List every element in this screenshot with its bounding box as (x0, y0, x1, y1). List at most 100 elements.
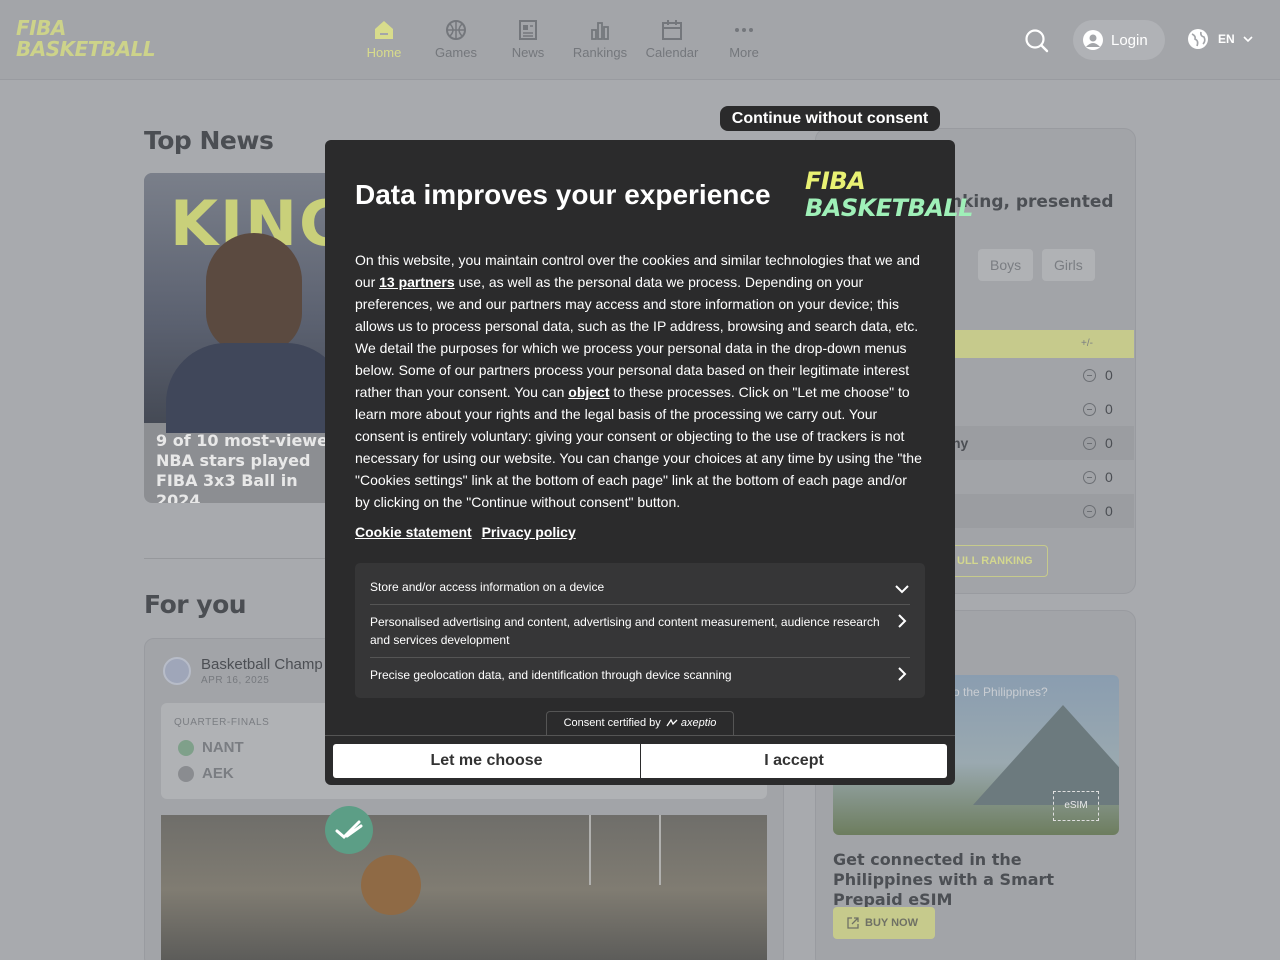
purpose-divider (370, 657, 910, 658)
bar-chart-icon (564, 18, 636, 42)
consent-title: Data improves your experience (355, 179, 771, 210)
top-news-title: Top News (144, 126, 274, 155)
chevron-right-icon (898, 614, 907, 628)
nav-calendar-label: Calendar (645, 45, 699, 60)
purpose-divider (370, 604, 910, 605)
news-caption: 9 of 10 most-viewed NBA stars played FIB… (156, 431, 340, 503)
ranking-row[interactable]: ny 0 (940, 426, 1134, 460)
consent-fiba-logo: FIBA BASKETBALL (805, 168, 973, 222)
cookie-statement-link[interactable]: Cookie statement (355, 524, 472, 540)
home-icon (348, 18, 420, 42)
ranking-title: nking, presented (950, 192, 1114, 212)
consent-text-3: to these processes. Click on "Let me cho… (355, 384, 922, 510)
nav-more-label: More (729, 45, 759, 60)
ranking-change: 0 (1105, 469, 1113, 485)
nav-rankings[interactable]: Rankings (564, 18, 636, 60)
modal-footer-divider (325, 735, 955, 736)
ad-title: Get connected in the Philippines with a … (833, 850, 1055, 909)
ranking-filter-boys[interactable]: Boys (978, 249, 1034, 281)
purposes-list: Store and/or access information on a dev… (355, 563, 925, 698)
partners-link[interactable]: 13 partners (379, 274, 454, 290)
continue-without-consent-button[interactable]: Continue without consent (720, 106, 940, 131)
for-you-title: For you (144, 590, 247, 619)
accept-button[interactable]: I accept (641, 744, 947, 778)
buy-now-button[interactable]: BUY NOW (833, 907, 935, 939)
ranking-change: 0 (1105, 503, 1113, 519)
verified-badge-icon (325, 806, 373, 854)
let-me-choose-button[interactable]: Let me choose (333, 744, 640, 778)
chevron-down-icon (1243, 36, 1253, 43)
news-image: KING (144, 173, 344, 433)
nav-news[interactable]: News (492, 18, 564, 60)
language-label: EN (1218, 32, 1235, 46)
newspaper-icon (492, 18, 564, 42)
ranking-change: 0 (1105, 435, 1113, 451)
buy-now-label: BUY NOW (865, 917, 918, 929)
login-button[interactable]: Login (1073, 20, 1165, 60)
purpose-label: Personalised advertising and content, ad… (370, 615, 880, 647)
purpose-item[interactable]: Personalised advertising and content, ad… (370, 613, 910, 649)
consent-modal: Data improves your experience FIBA BASKE… (325, 140, 973, 785)
player-body (166, 343, 344, 433)
calendar-icon (636, 18, 708, 42)
nav-home-label: Home (366, 45, 402, 60)
ranking-filter-girls[interactable]: Girls (1042, 249, 1095, 281)
basketball-image (361, 855, 421, 915)
policy-links: Cookie statement Privacy policy (355, 524, 582, 540)
esim-badge: eSIM (1053, 791, 1099, 821)
full-ranking-button[interactable]: ULL RANKING (940, 545, 1048, 577)
ranking-change: 0 (1105, 367, 1113, 383)
fiba-logo[interactable]: FIBA BASKETBALL (16, 16, 156, 61)
consent-logo-line2: BASKETBALL (805, 194, 973, 222)
external-link-icon (847, 917, 859, 929)
no-change-icon (1083, 369, 1096, 382)
team-name: AEK (202, 765, 234, 782)
logo-line1: FIBA (16, 16, 66, 40)
object-link[interactable]: object (568, 384, 609, 400)
team-name: NANT (202, 739, 244, 756)
chevron-right-icon (898, 667, 907, 681)
ranking-change-header: +/- (1081, 338, 1093, 349)
nav-games[interactable]: Games (420, 18, 492, 60)
ellipsis-icon (708, 18, 780, 42)
no-change-icon (1083, 437, 1096, 450)
ranking-row[interactable]: 0 (940, 392, 1134, 426)
nav-games-label: Games (435, 45, 477, 60)
game-photo[interactable] (161, 815, 767, 960)
nav-home[interactable]: Home (348, 18, 420, 60)
league-logo (163, 657, 191, 685)
section-divider (144, 558, 334, 559)
certified-label: Consent certified by (563, 717, 661, 729)
news-card[interactable]: KING 9 of 10 most-viewed NBA stars playe… (144, 173, 344, 503)
nav-news-label: News (511, 45, 545, 60)
nav-calendar[interactable]: Calendar (636, 18, 708, 60)
ranking-row[interactable]: 0 (940, 460, 1134, 494)
team-row: NANT (178, 739, 244, 756)
purpose-label: Precise geolocation data, and identifica… (370, 668, 732, 682)
consent-certified-badge[interactable]: Consent certified by axeptio (546, 711, 734, 736)
logo-line2: BASKETBALL (16, 37, 156, 61)
globe-icon (1188, 29, 1208, 49)
search-icon[interactable] (1022, 26, 1052, 56)
ranking-row[interactable]: 0 (940, 494, 1134, 528)
privacy-policy-link[interactable]: Privacy policy (482, 524, 576, 540)
main-nav: Home Games News Rankings Calendar More (348, 18, 780, 60)
purpose-item[interactable]: Store and/or access information on a dev… (370, 578, 910, 596)
consent-logo-line1: FIBA (805, 167, 866, 195)
purpose-item[interactable]: Precise geolocation data, and identifica… (370, 666, 910, 684)
basketball-icon (420, 18, 492, 42)
no-change-icon (1083, 403, 1096, 416)
team-logo (178, 765, 194, 782)
team-row: AEK (178, 765, 234, 782)
volcano-image (973, 705, 1119, 805)
ranking-row[interactable]: 0 (940, 358, 1134, 392)
nav-more[interactable]: More (708, 18, 780, 60)
language-selector[interactable]: EN (1187, 28, 1253, 50)
consent-text-2: use, as well as the personal data we pro… (355, 274, 919, 400)
hoop-net (589, 815, 661, 885)
ad-image-question: o the Philippines? (953, 685, 1048, 699)
player-figure (206, 233, 302, 353)
nav-rankings-label: Rankings (572, 45, 628, 60)
login-label: Login (1111, 31, 1148, 49)
certified-brand: axeptio (680, 717, 717, 729)
